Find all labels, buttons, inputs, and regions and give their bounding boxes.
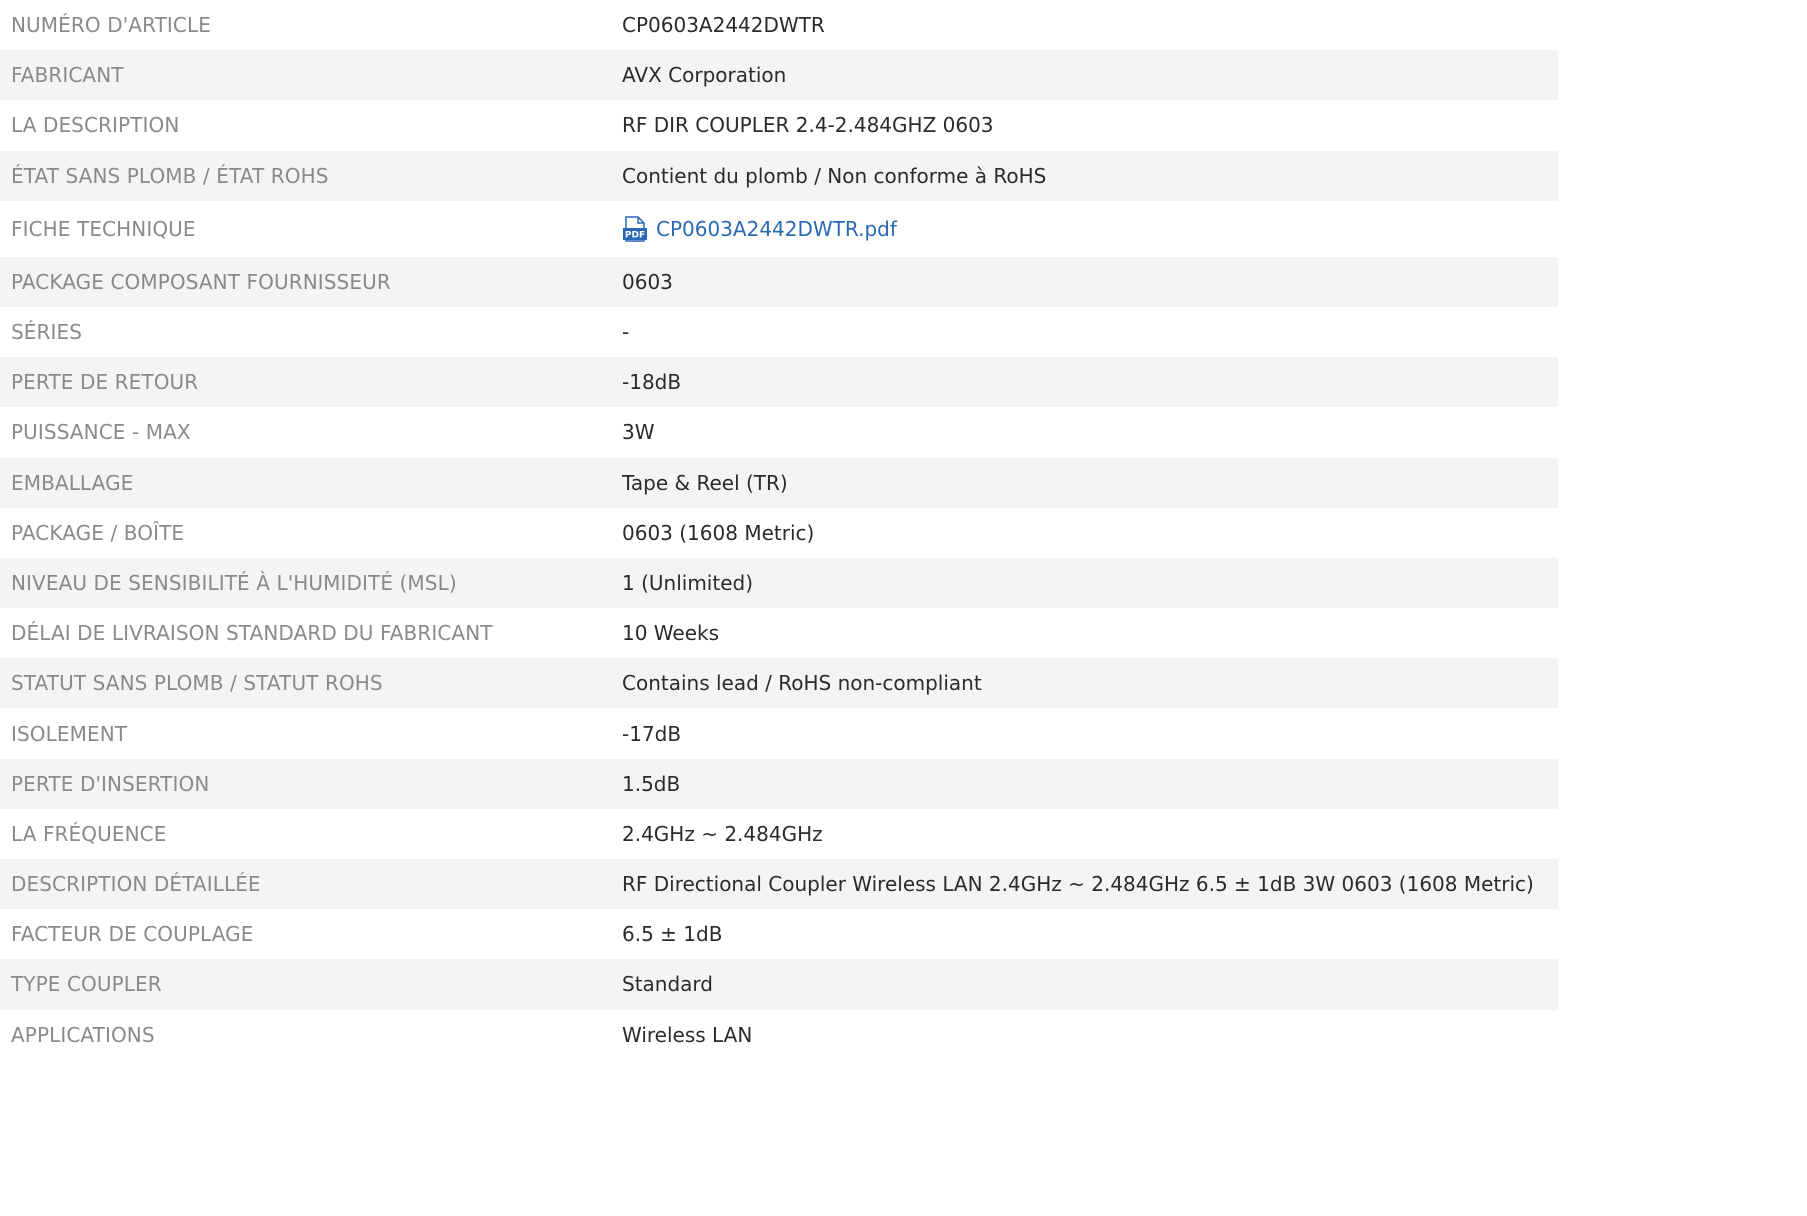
spec-row-frequency: LA FRÉQUENCE 2.4GHz ~ 2.484GHz [0, 808, 1558, 859]
spec-label: LA FRÉQUENCE [11, 821, 167, 846]
spec-row-coupler-type: TYPE COUPLER Standard [0, 959, 1558, 1010]
spec-label: EMBALLAGE [11, 470, 134, 495]
spec-value: CP0603A2442DWTR [622, 13, 825, 38]
spec-row-supplier-package: PACKAGE COMPOSANT FOURNISSEUR 0603 [0, 256, 1558, 307]
spec-value: -17dB [622, 721, 682, 746]
spec-label: FICHE TECHNIQUE [11, 216, 196, 241]
spec-row-applications: APPLICATIONS Wireless LAN [0, 1009, 1558, 1060]
pdf-file-icon[interactable]: PDF [622, 216, 648, 242]
spec-label: APPLICATIONS [11, 1022, 155, 1047]
spec-label: TYPE COUPLER [11, 972, 162, 997]
datasheet-link[interactable]: CP0603A2442DWTR.pdf [656, 217, 897, 241]
spec-row-isolation: ISOLEMENT -17dB [0, 708, 1558, 759]
spec-label: SÉRIES [11, 320, 83, 345]
spec-value: RF Directional Coupler Wireless LAN 2.4G… [622, 872, 1534, 897]
spec-value: Wireless LAN [622, 1022, 753, 1047]
spec-label: ISOLEMENT [11, 721, 128, 746]
spec-label: NUMÉRO D'ARTICLE [11, 13, 211, 38]
spec-row-return-loss: PERTE DE RETOUR -18dB [0, 357, 1558, 408]
spec-label: DESCRIPTION DÉTAILLÉE [11, 872, 261, 897]
spec-value: 1.5dB [622, 771, 681, 796]
spec-value: AVX Corporation [622, 63, 787, 88]
spec-label: FABRICANT [11, 63, 124, 88]
spec-value: - [622, 320, 630, 345]
spec-value: 10 Weeks [622, 621, 720, 646]
spec-label: PERTE DE RETOUR [11, 370, 199, 395]
spec-row-series: SÉRIES - [0, 306, 1558, 358]
spec-label: ÉTAT SANS PLOMB / ÉTAT ROHS [11, 163, 329, 188]
spec-row-packaging: EMBALLAGE Tape & Reel (TR) [0, 457, 1558, 508]
spec-label: NIVEAU DE SENSIBILITÉ À L'HUMIDITÉ (MSL) [11, 570, 457, 595]
svg-text:PDF: PDF [625, 230, 645, 240]
spec-value: 1 (Unlimited) [622, 570, 753, 595]
spec-row-msl: NIVEAU DE SENSIBILITÉ À L'HUMIDITÉ (MSL)… [0, 557, 1558, 609]
spec-row-coupling-factor: FACTEUR DE COUPLAGE 6.5 ± 1dB [0, 909, 1558, 960]
spec-value: 2.4GHz ~ 2.484GHz [622, 821, 823, 846]
spec-label: STATUT SANS PLOMB / STATUT ROHS [11, 671, 383, 696]
spec-label: PACKAGE / BOÎTE [11, 520, 185, 545]
spec-label: LA DESCRIPTION [11, 113, 180, 138]
spec-value: RF DIR COUPLER 2.4-2.484GHZ 0603 [622, 113, 994, 138]
spec-value: Contains lead / RoHS non-compliant [622, 671, 982, 696]
spec-row-datasheet: FICHE TECHNIQUE PDF CP0603A2442DWTR.pdf [0, 200, 1558, 257]
spec-value: -18dB [622, 370, 682, 395]
spec-row-lead-free-status: ÉTAT SANS PLOMB / ÉTAT ROHS Contient du … [0, 150, 1558, 201]
spec-row-insertion-loss: PERTE D'INSERTION 1.5dB [0, 758, 1558, 809]
spec-value: 6.5 ± 1dB [622, 922, 723, 947]
spec-row-package-case: PACKAGE / BOÎTE 0603 (1608 Metric) [0, 507, 1558, 558]
spec-value: 0603 [622, 269, 673, 294]
spec-row-manufacturer: FABRICANT AVX Corporation [0, 50, 1558, 101]
spec-value: 3W [622, 420, 655, 445]
spec-value: Contient du plomb / Non conforme à RoHS [622, 163, 1047, 188]
spec-label: FACTEUR DE COUPLAGE [11, 922, 254, 947]
spec-row-part-number: NUMÉRO D'ARTICLE CP0603A2442DWTR [0, 0, 1558, 51]
specifications-table: NUMÉRO D'ARTICLE CP0603A2442DWTR FABRICA… [0, 0, 1558, 1060]
spec-value: 0603 (1608 Metric) [622, 520, 815, 545]
spec-row-description: LA DESCRIPTION RF DIR COUPLER 2.4-2.484G… [0, 100, 1558, 151]
spec-label: PERTE D'INSERTION [11, 771, 210, 796]
spec-value: Tape & Reel (TR) [622, 470, 788, 495]
spec-value: Standard [622, 972, 713, 997]
spec-row-lead-time: DÉLAI DE LIVRAISON STANDARD DU FABRICANT… [0, 608, 1558, 659]
spec-label: PUISSANCE - MAX [11, 420, 191, 445]
spec-row-detailed-description: DESCRIPTION DÉTAILLÉE RF Directional Cou… [0, 859, 1558, 910]
spec-row-lead-free-status-en: STATUT SANS PLOMB / STATUT ROHS Contains… [0, 658, 1558, 709]
spec-label: PACKAGE COMPOSANT FOURNISSEUR [11, 269, 391, 294]
spec-value-datasheet: PDF CP0603A2442DWTR.pdf [622, 216, 1558, 242]
spec-row-power-max: PUISSANCE - MAX 3W [0, 407, 1558, 458]
spec-label: DÉLAI DE LIVRAISON STANDARD DU FABRICANT [11, 621, 493, 646]
